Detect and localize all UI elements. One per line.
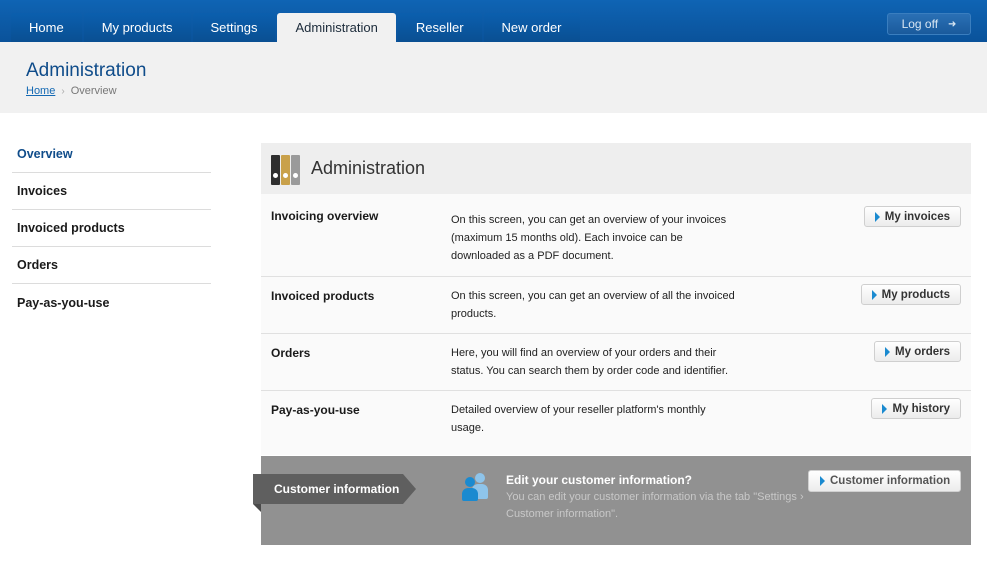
button-label: My history [892,402,950,415]
customer-information-button[interactable]: Customer information [808,470,961,492]
panel-header: Administration [261,143,971,194]
tab-settings[interactable]: Settings [192,13,276,42]
play-arrow-icon [874,211,880,222]
button-label: Customer information [830,475,951,487]
customer-info-ribbon: Customer information [253,474,416,504]
row-description: On this screen, you can get an overview … [451,214,727,262]
tab-administration[interactable]: Administration [277,13,396,42]
button-label: My invoices [884,210,950,223]
tab-home[interactable]: Home [11,13,82,42]
binder-black [271,154,280,185]
ribbon-label: Customer information [253,474,403,504]
sidebar-menu: Overview Invoices Invoiced products Orde… [12,136,211,321]
users-icon [462,473,490,501]
row-description: Here, you will find an overview of your … [451,347,729,377]
tab-my-products[interactable]: My products [83,13,191,42]
row-invoicing-overview: Invoicing overview On this screen, you c… [261,194,971,277]
my-products-button[interactable]: My products [860,284,961,305]
binder-grey [291,154,300,185]
user-head-front [465,477,475,487]
play-arrow-icon [871,289,877,300]
my-history-button[interactable]: My history [871,398,961,419]
row-title: Pay-as-you-use [271,403,360,417]
administration-panel: Administration Invoicing overview On thi… [261,143,971,455]
page-title: Administration [26,60,147,81]
button-label: My products [881,288,950,301]
row-title: Invoiced products [271,289,375,303]
sidebar-item-invoices[interactable]: Invoices [12,173,211,210]
sidebar-item-invoiced-products[interactable]: Invoiced products [12,210,211,247]
row-description: Detailed overview of your reseller platf… [451,404,706,434]
log-off-label: Log off [901,17,939,31]
play-arrow-icon [882,403,888,414]
breadcrumb-home-link[interactable]: Home [26,85,55,97]
ribbon-fold [253,504,261,512]
binders-icon [271,153,301,185]
my-invoices-button[interactable]: My invoices [863,206,961,227]
top-nav-bar: Home My products Settings Administration… [0,0,987,42]
tab-new-order[interactable]: New order [483,13,580,42]
row-pay-as-you-use: Pay-as-you-use Detailed overview of your… [261,391,971,455]
customer-info-description: You can edit your customer information v… [506,491,804,520]
row-description: On this screen, you can get an overview … [451,290,735,320]
page-header: Administration Home › Overview [0,42,987,113]
play-arrow-icon [885,346,891,357]
breadcrumb-current: Overview [70,85,117,97]
play-arrow-icon [820,476,825,486]
button-label: My orders [895,345,950,358]
main-tabs: Home My products Settings Administration… [11,13,582,42]
binder-gold [281,154,290,185]
row-title: Invoicing overview [271,209,379,223]
row-title: Orders [271,346,311,360]
ribbon-tip [403,474,416,504]
breadcrumb-separator-icon: › [61,85,65,97]
my-orders-button[interactable]: My orders [874,341,961,362]
row-invoiced-products: Invoiced products On this screen, you ca… [261,277,971,334]
sidebar-item-pay-as-you-use[interactable]: Pay-as-you-use [12,284,211,321]
user-body-front [462,488,478,501]
panel-title: Administration [311,158,426,178]
logout-arrow-icon: ➜ [948,18,957,30]
user-head-back [475,473,485,483]
sidebar-item-orders[interactable]: Orders [12,247,211,284]
sidebar-item-overview[interactable]: Overview [12,136,211,173]
customer-info-title: Edit your customer information? [506,473,693,487]
tab-reseller[interactable]: Reseller [397,13,482,42]
breadcrumb: Home › Overview [26,85,117,97]
log-off-button[interactable]: Log off ➜ [887,13,971,35]
row-orders: Orders Here, you will find an overview o… [261,334,971,391]
